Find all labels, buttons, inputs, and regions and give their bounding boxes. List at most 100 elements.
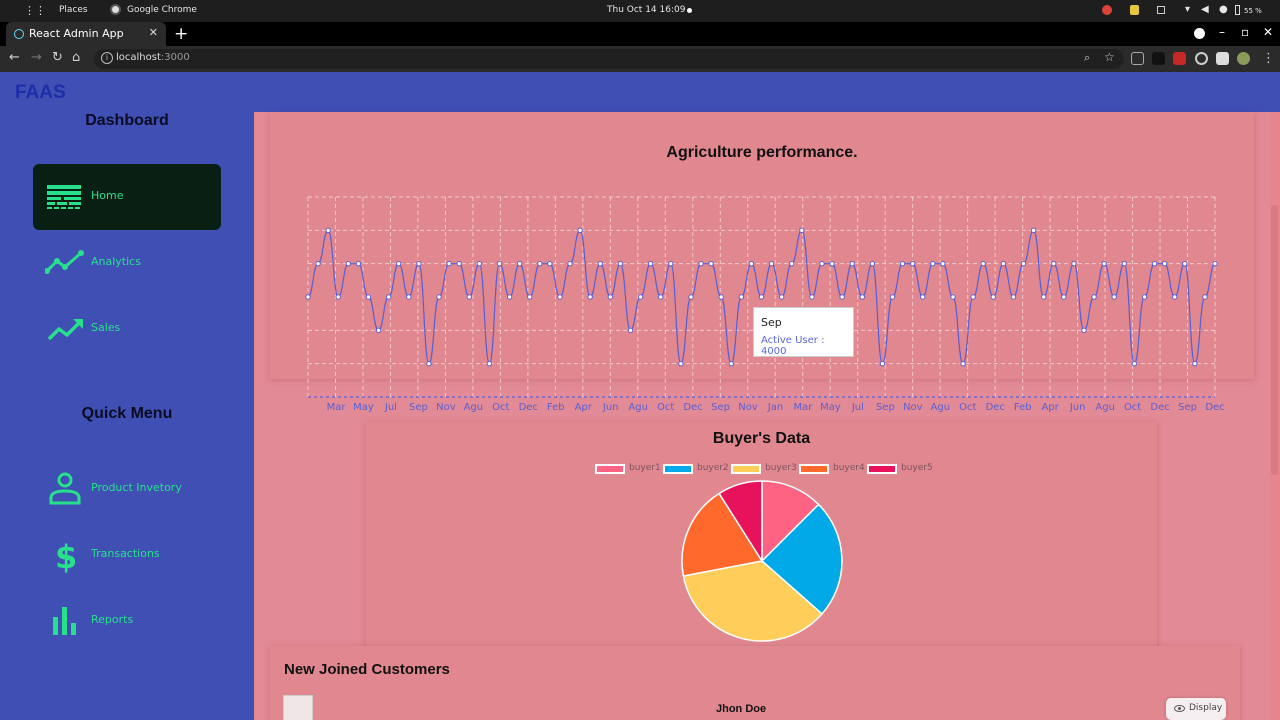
customer-avatar [283, 695, 313, 720]
reload-button[interactable]: ↻ [52, 50, 63, 66]
x-tick-label: Sep [1178, 402, 1197, 413]
x-tick-label: Sep [711, 402, 730, 413]
clock[interactable]: Thu Oct 14 16:09 [607, 5, 685, 15]
battery-icon[interactable] [1235, 5, 1240, 15]
sidebar-item-reports[interactable]: Reports [33, 588, 221, 654]
places-menu[interactable]: Places [59, 5, 88, 15]
legend-label: buyer1 [629, 463, 661, 473]
tooltip-label: Sep [761, 316, 782, 329]
os-top-bar: ⋮⋮ Places Google Chrome Thu Oct 14 16:09… [0, 0, 1280, 22]
maximize-button[interactable]: ▫ [1241, 25, 1249, 39]
new-tab-button[interactable]: + [174, 24, 188, 44]
x-tick-label: Jul [384, 402, 397, 413]
active-app-label[interactable]: Google Chrome [127, 5, 197, 15]
trending-up-icon [47, 319, 83, 341]
app-logo[interactable]: FAAS [15, 82, 66, 104]
extension-red-icon[interactable] [1173, 52, 1186, 65]
sidebar-item-analytics[interactable]: Analytics [33, 230, 221, 296]
legend-swatch [799, 464, 829, 474]
tab-close-icon[interactable]: ✕ [149, 26, 158, 39]
sidebar-item-label: Sales [91, 321, 121, 334]
pie-chart[interactable] [677, 476, 847, 646]
x-tick-label: Oct [657, 402, 674, 413]
legend-label: buyer3 [765, 463, 797, 473]
x-tick-label: Jan [767, 402, 783, 413]
bar-chart-icon [53, 607, 76, 635]
sidebar-item-label: Analytics [91, 255, 141, 268]
minimize-button[interactable]: – [1219, 25, 1225, 39]
legend-swatch [867, 464, 897, 474]
customers-title: New Joined Customers [284, 661, 450, 678]
site-info-icon[interactable]: i [101, 52, 113, 64]
extension-dark-icon[interactable] [1152, 52, 1165, 65]
browser-tab[interactable]: React Admin App ✕ [6, 22, 166, 46]
clipboard-tray-icon[interactable] [1157, 6, 1165, 14]
x-tick-label: Mar [327, 402, 347, 413]
x-tick-label: Agu [931, 402, 951, 413]
scrollbar-thumb[interactable] [1271, 205, 1278, 475]
back-button[interactable]: ← [9, 50, 20, 66]
x-tick-label: Jun [1069, 402, 1086, 413]
apps-grid-icon[interactable]: ⋮⋮ [24, 4, 46, 17]
address-bar: ← → ↻ ⌂ i localhost:3000 ⌕ ☆ ⋮ [0, 46, 1280, 72]
quick-menu-heading: Quick Menu [81, 405, 173, 422]
microphone-icon[interactable]: ● [1219, 4, 1228, 15]
browser-tab-strip: React Admin App ✕ + – ▫ ✕ [0, 22, 1280, 46]
volume-icon[interactable]: ◀ [1201, 4, 1209, 15]
x-tick-label: Oct [1124, 402, 1141, 413]
x-tick-label: Agu [1095, 402, 1115, 413]
forward-button[interactable]: → [31, 50, 42, 66]
chrome-tray-icon[interactable] [1102, 5, 1112, 15]
home-button[interactable]: ⌂ [72, 50, 80, 66]
app-header [0, 72, 1280, 112]
profile-avatar[interactable] [1237, 52, 1250, 65]
bookmark-star-icon[interactable]: ☆ [1104, 50, 1115, 64]
x-tick-label: Feb [547, 402, 565, 413]
x-tick-label: Jun [602, 402, 619, 413]
x-tick-label: Sep [876, 402, 895, 413]
display-button[interactable]: Display [1166, 698, 1226, 720]
svg-text:$: $ [55, 538, 77, 573]
url-port: :3000 [160, 52, 190, 63]
extension-copy-icon[interactable] [1131, 52, 1144, 65]
chrome-icon [110, 4, 121, 15]
sidebar-item-label: Reports [91, 613, 134, 626]
close-window-button[interactable]: ✕ [1263, 25, 1273, 39]
x-tick-label: Oct [492, 402, 509, 413]
x-tick-label: Dec [1205, 402, 1224, 413]
sidebar: Dashboard Home Analytics Sales Quick Men… [0, 112, 254, 720]
tab-title: React Admin App [29, 27, 124, 40]
eye-icon [1174, 705, 1185, 712]
battery-level: 55 % [1244, 7, 1262, 15]
chart-title: Agriculture performance. [666, 144, 858, 161]
extension-record-icon[interactable] [1195, 52, 1208, 65]
x-tick-label: Nov [436, 402, 456, 413]
customer-name: Jhon Doe [716, 703, 767, 715]
sidebar-item-home[interactable]: Home [33, 164, 221, 230]
sidebar-item-label: Product Invetory [91, 481, 182, 494]
legend-swatch [595, 464, 625, 474]
shield-tray-icon[interactable] [1130, 5, 1139, 15]
chrome-menu-icon[interactable]: ⋮ [1262, 51, 1275, 67]
x-tick-label: Agu [464, 402, 484, 413]
zoom-icon[interactable]: ⌕ [1084, 51, 1090, 65]
sidebar-item-product-inventory[interactable]: Product Invetory [33, 456, 221, 522]
sidebar-item-transactions[interactable]: $ Transactions [33, 522, 221, 588]
x-tick-label: May [353, 402, 374, 413]
profile-dot-icon[interactable] [1194, 28, 1205, 39]
x-tick-label: Apr [1042, 402, 1060, 413]
x-tick-label: May [820, 402, 841, 413]
sidebar-item-sales[interactable]: Sales [33, 296, 221, 362]
sidebar-item-label: Home [91, 189, 124, 202]
x-tick-label: Oct [959, 402, 976, 413]
url-text[interactable]: localhost:3000 [116, 52, 190, 63]
x-tick-label: Nov [903, 402, 923, 413]
wifi-icon[interactable]: ▾ [1185, 4, 1190, 15]
x-tick-label: Apr [575, 402, 593, 413]
dashboard-heading: Dashboard [85, 112, 169, 129]
dashboard-icon [47, 185, 81, 209]
url-omnibox[interactable]: i localhost:3000 ⌕ ☆ [94, 49, 1124, 69]
tooltip-value: Active User : 4000 [761, 335, 825, 357]
x-tick-label: Jul [851, 402, 864, 413]
extensions-puzzle-icon[interactable] [1216, 52, 1229, 65]
